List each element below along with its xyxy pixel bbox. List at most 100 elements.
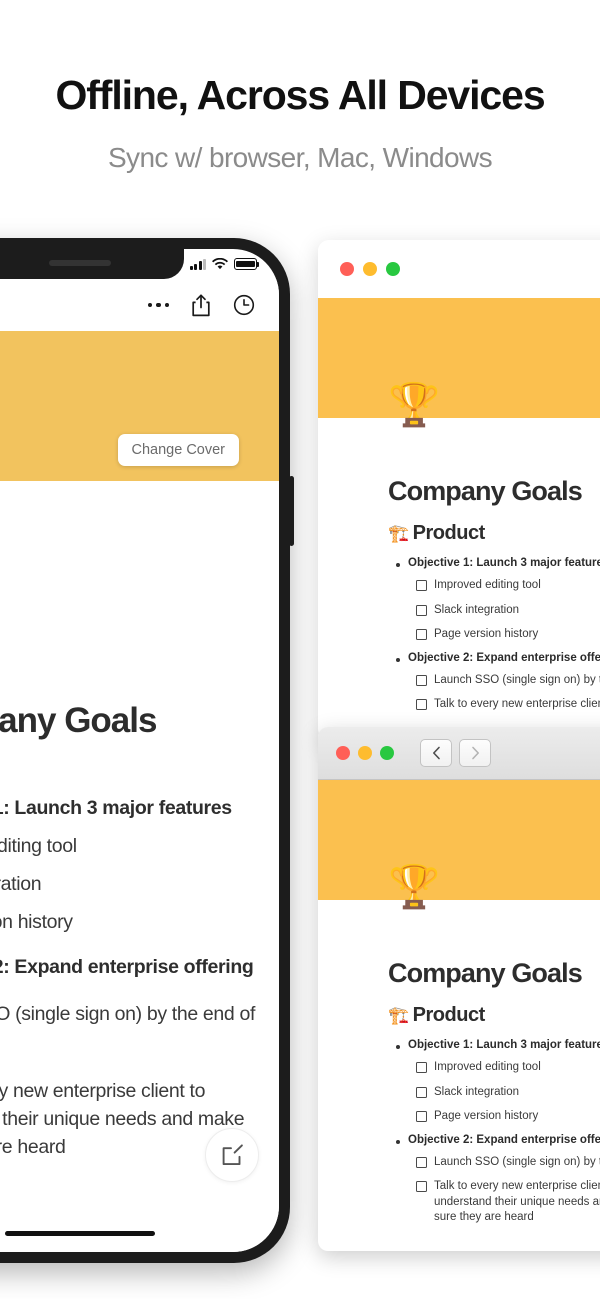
table-row[interactable]: Talk to every new enterprise client to u…: [388, 697, 600, 713]
list-item: Launch SSO (single sign on) by the end o…: [0, 1003, 256, 1025]
checklist-label: Improved editing tool: [434, 1061, 541, 1073]
checklist-label: Improved editing tool: [434, 579, 541, 591]
browser-document-body: 🏆 Company Goals 🏗️ Product Objective 1: L…: [318, 866, 600, 1226]
browser-cover-image: [318, 780, 600, 900]
maximize-button[interactable]: [386, 262, 400, 276]
phone-checklist: Objective 1: Launch 3 major features Imp…: [0, 797, 257, 1161]
phone-mockup: 🏆 Compa...: [0, 238, 294, 1263]
table-row[interactable]: Page version history: [388, 627, 600, 643]
promo-screenshot: Offline, Across All Devices Sync w/ brow…: [0, 0, 600, 1299]
checkbox[interactable]: [416, 1156, 427, 1168]
browser-toolbar[interactable]: [318, 727, 600, 780]
checkbox[interactable]: [416, 1111, 427, 1123]
checkbox[interactable]: [416, 604, 427, 616]
checklist-label: Slack integration: [434, 1085, 520, 1098]
table-row[interactable]: Slack integration: [388, 1085, 600, 1101]
mac-app-window: 🏆 Company Goals 🏗️ Product Objective 1: L…: [318, 240, 600, 740]
browser-window: 🏆 Company Goals 🏗️ Product Objective 1: L…: [318, 727, 600, 1251]
checkbox[interactable]: [416, 629, 427, 641]
chevron-left-icon[interactable]: [420, 739, 452, 767]
browser-document-title: Company Goals: [388, 958, 583, 988]
phone-toolbar: 🏆 Compa...: [0, 279, 279, 331]
construction-icon: 🏗️: [388, 524, 409, 543]
page-subtitle: Sync w/ browser, Mac, Windows: [107, 142, 493, 173]
checkbox[interactable]: [416, 1086, 427, 1098]
phone-document-body: Company Goals Objective 1: Launch 3 majo…: [0, 481, 279, 1252]
checkbox[interactable]: [416, 699, 427, 711]
list-item: Objective 1: Launch 3 major features: [0, 797, 232, 819]
list-item: Improved editing tool: [0, 835, 77, 857]
phone-speaker: [49, 260, 111, 266]
close-button[interactable]: [336, 746, 350, 760]
checkbox[interactable]: [416, 674, 427, 686]
objective-label: Objective 2: Expand enterprise offering: [408, 1133, 600, 1146]
trophy-icon: 🏆: [388, 863, 441, 910]
phone-notch: [0, 249, 184, 279]
table-row[interactable]: Launch SSO (single sign on) by the end o…: [388, 673, 600, 689]
list-item: Objective 2: Expand enterprise offering: [388, 652, 600, 664]
change-cover-button[interactable]: Change Cover: [117, 434, 239, 466]
objective-label: Objective 1: Launch 3 major features: [408, 557, 600, 569]
mac-document-body: 🏆 Company Goals 🏗️ Product Objective 1: L…: [318, 384, 600, 713]
mac-section-heading: 🏗️ Product: [388, 522, 600, 545]
bullet-icon: [396, 657, 400, 662]
browser-section-label: Product: [412, 1004, 486, 1026]
mac-cover-image: [318, 298, 600, 418]
objective-label: Objective 1: Launch 3 major features: [408, 1039, 600, 1051]
checklist-label: Talk to every new enterprise client to u…: [434, 698, 600, 711]
phone-document-title: Company Goals: [0, 701, 157, 740]
share-icon[interactable]: [191, 293, 211, 317]
hero-section: Offline, Across All Devices Sync w/ brow…: [0, 0, 600, 174]
mac-title-bar[interactable]: [318, 240, 600, 298]
ellipsis-icon[interactable]: [147, 302, 169, 308]
wifi-icon: [212, 258, 228, 270]
table-row[interactable]: Page version history: [388, 1109, 600, 1125]
mac-section-label: Product: [412, 522, 486, 544]
table-row[interactable]: Improved editing tool: [388, 578, 600, 594]
browser-section-heading: 🏗️ Product: [388, 1004, 600, 1027]
battery-full-icon: [234, 258, 260, 270]
checklist-label: Launch SSO (single sign on) by the end o…: [434, 673, 600, 686]
list-item: Page version history: [0, 911, 73, 933]
clock-icon[interactable]: [233, 294, 255, 316]
phone-cover-image: Change Cover: [0, 331, 279, 481]
table-row[interactable]: Slack integration: [388, 603, 600, 619]
minimize-button[interactable]: [363, 262, 377, 276]
minimize-button[interactable]: [358, 746, 372, 760]
phone-power-button[interactable]: [289, 476, 294, 546]
mac-checklist: Objective 1: Launch 3 major features Imp…: [388, 557, 600, 713]
list-item: Slack integration: [0, 873, 42, 895]
browser-checklist: Objective 1: Launch 3 major features Imp…: [388, 1039, 600, 1226]
mac-document-title: Company Goals: [388, 476, 583, 506]
close-button[interactable]: [340, 262, 354, 276]
list-item: Objective 2: Expand enterprise offering: [0, 956, 254, 978]
chevron-right-icon[interactable]: [459, 739, 491, 767]
checklist-label: Slack integration: [434, 603, 520, 616]
checklist-label: Page version history: [434, 1110, 539, 1123]
checkbox[interactable]: [416, 580, 427, 591]
home-indicator: [5, 1231, 155, 1236]
list-item: Objective 1: Launch 3 major features: [388, 1039, 600, 1051]
table-row[interactable]: Talk to every new enterprise client to u…: [388, 1179, 600, 1226]
checklist-label: Talk to every new enterprise client to u…: [434, 1180, 600, 1224]
checklist-label: Launch SSO (single sign on) by the end o…: [434, 1155, 600, 1168]
phone-screen: 🏆 Compa...: [0, 249, 279, 1252]
page-title: Offline, Across All Devices: [55, 72, 545, 118]
list-item: Objective 2: Expand enterprise offering: [388, 1134, 600, 1146]
objective-label: Objective 2: Expand enterprise offering: [408, 651, 600, 664]
table-row[interactable]: Improved editing tool: [388, 1060, 600, 1076]
compose-edit-icon[interactable]: [205, 1128, 259, 1182]
checkbox[interactable]: [416, 1181, 427, 1193]
checklist-label: Page version history: [434, 628, 539, 641]
cellular-signal-icon: [189, 258, 206, 270]
maximize-button[interactable]: [380, 746, 394, 760]
phone-page-title: Compa...: [0, 295, 1, 315]
trophy-icon: 🏆: [388, 381, 441, 428]
checkbox[interactable]: [416, 1062, 427, 1073]
construction-icon: 🏗️: [388, 1006, 409, 1025]
list-item: Objective 1: Launch 3 major features: [388, 557, 600, 569]
table-row[interactable]: Launch SSO (single sign on) by the end o…: [388, 1155, 600, 1171]
bullet-icon: [396, 1045, 400, 1049]
bullet-icon: [396, 563, 400, 567]
bullet-icon: [396, 1139, 400, 1144]
